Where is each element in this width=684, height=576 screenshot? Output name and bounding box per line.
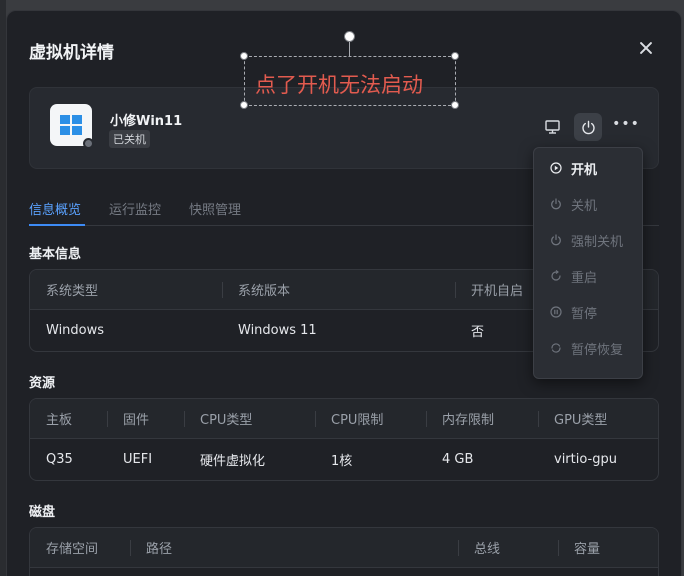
- console-button[interactable]: [538, 113, 566, 141]
- basic-info-title: 基本信息: [29, 247, 82, 262]
- pause-circle-icon: [550, 306, 562, 318]
- power-menu: 开机 关机 强制关机 重启 暂停 暂停恢复: [533, 147, 643, 379]
- column-header: 系统版本: [238, 284, 291, 299]
- table-cell: 4 GB: [442, 452, 474, 467]
- status-dot-icon: [83, 138, 94, 149]
- menu-item-shutdown[interactable]: 关机: [534, 186, 642, 222]
- play-circle-icon: [550, 162, 562, 174]
- column-header: 容量: [574, 542, 601, 557]
- vm-name: 小修Win11: [110, 114, 183, 129]
- menu-item-resume[interactable]: 暂停恢复: [534, 330, 642, 366]
- table-cell: 硬件虚拟化: [200, 454, 266, 469]
- more-button[interactable]: •••: [612, 113, 640, 141]
- resize-handle[interactable]: [240, 52, 248, 60]
- menu-item-force-shutdown[interactable]: 强制关机: [534, 222, 642, 258]
- active-tab-indicator: [29, 224, 85, 226]
- power-icon: [581, 120, 595, 134]
- table-cell: 1核: [331, 454, 353, 469]
- column-header: 内存限制: [442, 413, 495, 428]
- column-header: 开机自启: [471, 284, 524, 299]
- table-row: Q35 UEFI 硬件虚拟化 1核 4 GB virtio-gpu: [30, 439, 658, 480]
- tab-monitoring[interactable]: 运行监控: [109, 199, 161, 218]
- table-header: 主板 固件 CPU类型 CPU限制 内存限制 GPU类型: [30, 399, 658, 439]
- resources-title: 资源: [29, 376, 56, 391]
- column-header: CPU限制: [331, 413, 384, 428]
- disk-table: 存储空间 路径 总线 容量: [29, 527, 659, 576]
- table-cell: 否: [471, 325, 485, 340]
- resize-handle[interactable]: [451, 101, 459, 109]
- more-dots-icon: •••: [612, 116, 640, 132]
- column-header: GPU类型: [554, 413, 608, 428]
- power-icon: [550, 198, 562, 210]
- column-header: 路径: [146, 542, 173, 557]
- power-icon: [550, 234, 562, 246]
- column-header: CPU类型: [200, 413, 253, 428]
- column-header: 主板: [46, 413, 73, 428]
- column-header: 系统类型: [46, 284, 99, 299]
- close-icon[interactable]: [637, 39, 655, 57]
- rotate-handle[interactable]: [344, 31, 355, 42]
- tab-overview[interactable]: 信息概览: [29, 199, 81, 218]
- vm-details-dialog: 虚拟机详情 小修Win11 已关机 ••• 信息概览 运行监控 快照管理 基本信…: [6, 10, 682, 576]
- tab-snapshots[interactable]: 快照管理: [189, 199, 241, 218]
- menu-item-start[interactable]: 开机: [534, 150, 642, 186]
- monitor-icon: [544, 120, 560, 134]
- resize-handle[interactable]: [451, 52, 459, 60]
- resources-table: 主板 固件 CPU类型 CPU限制 内存限制 GPU类型 Q35 UEFI 硬件…: [29, 398, 659, 481]
- dialog-title: 虚拟机详情: [29, 43, 114, 63]
- column-header: 总线: [474, 542, 501, 557]
- restart-icon: [550, 270, 562, 282]
- column-header: 存储空间: [46, 542, 99, 557]
- table-header: 存储空间 路径 总线 容量: [30, 528, 658, 568]
- table-cell: Windows 11: [238, 323, 317, 338]
- table-cell: virtio-gpu: [554, 452, 617, 467]
- table-cell: UEFI: [123, 452, 153, 467]
- table-cell: Q35: [46, 452, 73, 467]
- resize-handle[interactable]: [240, 101, 248, 109]
- column-header: 固件: [123, 413, 150, 428]
- resume-icon: [550, 342, 562, 354]
- disk-title: 磁盘: [29, 505, 56, 520]
- menu-item-restart[interactable]: 重启: [534, 258, 642, 294]
- power-button[interactable]: [574, 113, 602, 141]
- table-cell: Windows: [46, 323, 105, 338]
- status-badge: 已关机: [109, 130, 150, 148]
- annotation-text[interactable]: 点了开机无法启动: [255, 69, 423, 99]
- windows-logo-icon: [50, 104, 94, 149]
- menu-item-pause[interactable]: 暂停: [534, 294, 642, 330]
